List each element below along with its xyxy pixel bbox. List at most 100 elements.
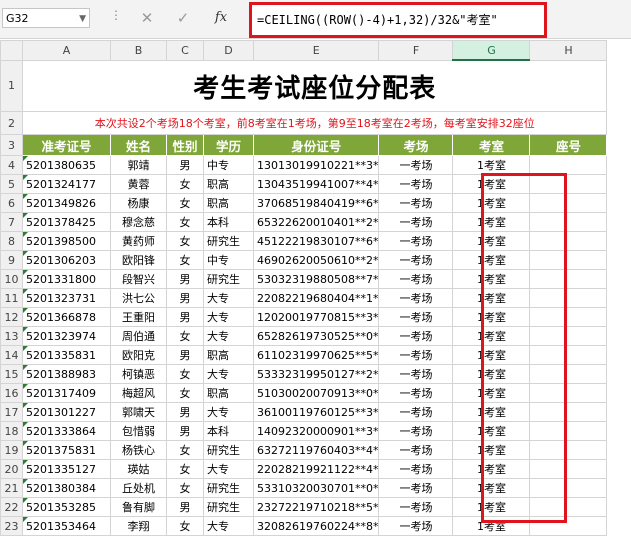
select-all-corner[interactable] [0, 40, 23, 61]
table-cell[interactable]: 1考室 [452, 345, 531, 365]
table-cell[interactable]: 研究生 [203, 231, 254, 251]
table-cell[interactable]: 研究生 [203, 440, 254, 460]
insert-function-icon[interactable]: fx [208, 7, 234, 29]
row-header[interactable]: 8 [0, 231, 23, 251]
table-cell[interactable]: 61102319970625**5* [252, 345, 380, 365]
more-options-icon[interactable]: ⋮ [110, 8, 122, 22]
table-cell[interactable]: 22028219921122**4* [252, 459, 380, 479]
row-header[interactable]: 11 [0, 288, 23, 308]
table-cell[interactable]: 研究生 [203, 478, 254, 498]
table-cell[interactable]: 5201380384 [22, 478, 111, 498]
table-cell[interactable]: 一考场 [378, 440, 454, 460]
table-cell[interactable]: 32082619760224**8* [252, 516, 380, 536]
table-cell[interactable]: 23272219710218**5* [252, 497, 380, 517]
table-cell[interactable] [529, 497, 608, 517]
table-cell[interactable]: 一考场 [378, 383, 454, 403]
row-header[interactable]: 14 [0, 345, 23, 365]
table-cell[interactable]: 洪七公 [110, 288, 167, 308]
table-cell[interactable]: 5201335127 [22, 459, 111, 479]
table-cell[interactable]: 一考场 [378, 174, 454, 194]
table-cell[interactable]: 职高 [203, 345, 254, 365]
table-cell[interactable]: 女 [166, 326, 204, 346]
table-cell[interactable]: 1考室 [452, 478, 531, 498]
table-cell[interactable]: 1考室 [452, 288, 531, 308]
table-cell[interactable]: 一考场 [378, 421, 454, 441]
row-header[interactable]: 15 [0, 364, 23, 384]
table-cell[interactable]: 女 [166, 459, 204, 479]
table-cell[interactable]: 女 [166, 193, 204, 213]
table-cell[interactable]: 一考场 [378, 307, 454, 327]
table-cell[interactable]: 一考场 [378, 155, 454, 175]
table-cell[interactable] [529, 212, 608, 232]
table-cell[interactable]: 大专 [203, 364, 254, 384]
table-cell[interactable]: 1考室 [452, 174, 531, 194]
table-cell[interactable]: 柯镇恶 [110, 364, 167, 384]
table-cell[interactable]: 一考场 [378, 231, 454, 251]
table-cell[interactable] [529, 155, 608, 175]
table-cell[interactable]: 65322620010401**2* [252, 212, 380, 232]
table-cell[interactable]: 本科 [203, 421, 254, 441]
table-cell[interactable]: 女 [166, 478, 204, 498]
table-cell[interactable]: 女 [166, 516, 204, 536]
table-cell[interactable]: 女 [166, 440, 204, 460]
sheet-note[interactable]: 本次共设2个考场18个考室，前8考室在1考场，第9至18考室在2考场，每考室安排… [21, 111, 608, 135]
table-cell[interactable]: 5201349826 [22, 193, 111, 213]
table-cell[interactable]: 女 [166, 174, 204, 194]
row-header[interactable]: 22 [0, 497, 23, 517]
enter-icon[interactable]: ✓ [170, 7, 196, 29]
row-header[interactable]: 6 [0, 193, 23, 213]
table-cell[interactable]: 一考场 [378, 193, 454, 213]
header-cell[interactable]: 性别 [166, 134, 204, 156]
table-cell[interactable]: 职高 [203, 383, 254, 403]
table-cell[interactable]: 职高 [203, 193, 254, 213]
table-cell[interactable]: 男 [166, 307, 204, 327]
table-cell[interactable]: 53032319880508**7* [252, 269, 380, 289]
col-header-e[interactable]: E [252, 40, 380, 61]
table-cell[interactable]: 李翔 [110, 516, 167, 536]
table-cell[interactable] [529, 516, 608, 536]
row-header[interactable]: 17 [0, 402, 23, 422]
chevron-down-icon[interactable]: ▼ [79, 9, 86, 29]
table-cell[interactable]: 一考场 [378, 402, 454, 422]
row-header[interactable]: 13 [0, 326, 23, 346]
table-cell[interactable]: 53332319950127**2* [252, 364, 380, 384]
table-cell[interactable]: 欧阳锋 [110, 250, 167, 270]
cancel-icon[interactable]: ✕ [134, 7, 160, 29]
table-cell[interactable]: 研究生 [203, 497, 254, 517]
table-cell[interactable] [529, 421, 608, 441]
table-cell[interactable]: 大专 [203, 288, 254, 308]
table-cell[interactable]: 职高 [203, 174, 254, 194]
table-cell[interactable]: 欧阳克 [110, 345, 167, 365]
table-cell[interactable]: 杨铁心 [110, 440, 167, 460]
table-cell[interactable]: 男 [166, 269, 204, 289]
table-cell[interactable]: 5201324177 [22, 174, 111, 194]
table-cell[interactable]: 5201353464 [22, 516, 111, 536]
table-cell[interactable]: 大专 [203, 402, 254, 422]
header-cell[interactable]: 考场 [378, 134, 454, 156]
table-cell[interactable]: 男 [166, 402, 204, 422]
table-cell[interactable]: 研究生 [203, 269, 254, 289]
table-cell[interactable]: 5201378425 [22, 212, 111, 232]
table-cell[interactable]: 13013019910221**3* [252, 155, 380, 175]
table-cell[interactable]: 5201335831 [22, 345, 111, 365]
col-header-c[interactable]: C [166, 40, 204, 61]
table-cell[interactable]: 大专 [203, 326, 254, 346]
table-cell[interactable]: 37068519840419**6* [252, 193, 380, 213]
col-header-g[interactable]: G [452, 40, 531, 61]
table-cell[interactable]: 女 [166, 212, 204, 232]
col-header-h[interactable]: H [529, 40, 608, 61]
table-cell[interactable]: 14092320000901**3* [252, 421, 380, 441]
row-header[interactable]: 12 [0, 307, 23, 327]
table-cell[interactable]: 1考室 [452, 155, 531, 175]
row-header[interactable]: 10 [0, 269, 23, 289]
table-cell[interactable]: 一考场 [378, 212, 454, 232]
row-header[interactable]: 7 [0, 212, 23, 232]
table-cell[interactable]: 5201353285 [22, 497, 111, 517]
row-header[interactable]: 4 [0, 155, 23, 175]
table-cell[interactable]: 53310320030701**0* [252, 478, 380, 498]
row-header[interactable]: 19 [0, 440, 23, 460]
name-box[interactable]: G32 ▼ [2, 8, 90, 28]
table-cell[interactable] [529, 269, 608, 289]
table-cell[interactable]: 男 [166, 155, 204, 175]
table-cell[interactable] [529, 250, 608, 270]
